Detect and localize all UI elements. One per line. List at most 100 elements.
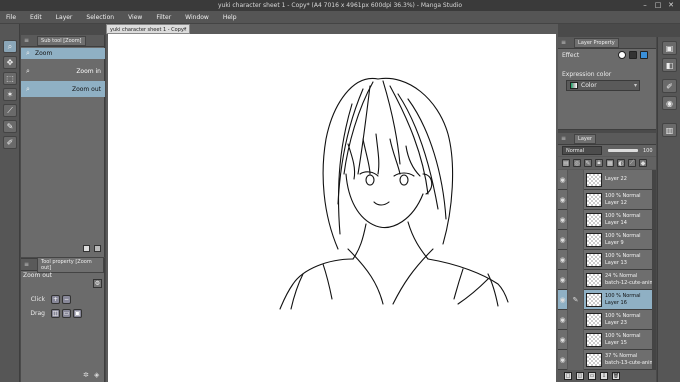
edit-target-icon[interactable] bbox=[567, 329, 584, 350]
maximize-icon[interactable]: □ bbox=[653, 1, 663, 9]
zoom-out-toggle-icon[interactable]: − bbox=[62, 294, 71, 304]
edit-target-icon[interactable]: ✎ bbox=[567, 289, 584, 310]
menu-help[interactable]: Help bbox=[223, 14, 237, 21]
layer-scrollbar[interactable] bbox=[652, 170, 656, 370]
layer-property-tab[interactable]: Layer Property bbox=[574, 37, 619, 48]
reference-icon[interactable]: ◎ bbox=[573, 159, 581, 167]
mask-icon[interactable]: ◐ bbox=[617, 159, 625, 167]
layer-row[interactable]: ◉ 100 % Normal Layer 15 bbox=[558, 329, 656, 350]
layer-row[interactable]: ◉ 24 % Normal batch-12-cute-anim bbox=[558, 269, 656, 290]
minimize-icon[interactable]: – bbox=[640, 1, 650, 9]
layer-row[interactable]: ◉ ✎ 100 % Normal Layer 16 bbox=[558, 289, 656, 310]
sub-tool-item-zoom-out[interactable]: ⌕ Zoom out bbox=[21, 81, 105, 97]
layer-name: batch-13-cute-anim bbox=[605, 359, 655, 366]
panel-menu-icon[interactable]: ≡ bbox=[561, 135, 566, 142]
navigator-icon[interactable]: ▣ bbox=[662, 41, 677, 55]
blend-mode-select[interactable]: Normal bbox=[562, 146, 602, 155]
layer-row[interactable]: ◉ 37 % Normal batch-13-cute-anim bbox=[558, 349, 656, 370]
drag-mode-icon[interactable]: ◫ bbox=[51, 308, 60, 318]
zoom-tool-icon[interactable]: ⌕ bbox=[3, 40, 17, 53]
color-effect-icon[interactable] bbox=[640, 51, 648, 59]
move-tool-icon[interactable]: ✥ bbox=[3, 56, 17, 69]
color-icon[interactable]: ◉ bbox=[662, 96, 677, 110]
material-icon[interactable]: ▥ bbox=[662, 123, 677, 137]
white-dot-icon[interactable] bbox=[618, 51, 626, 59]
selection-tool-icon[interactable]: ⬚ bbox=[3, 72, 17, 85]
pen-tool-icon[interactable]: ✎ bbox=[3, 120, 17, 133]
draft-icon[interactable]: ✎ bbox=[584, 159, 592, 167]
visibility-eye-icon[interactable]: ◉ bbox=[558, 296, 567, 304]
opacity-slider[interactable] bbox=[608, 149, 638, 152]
layer-row[interactable]: ◉ Layer 22 bbox=[558, 170, 656, 190]
edit-target-icon[interactable] bbox=[567, 249, 584, 270]
visibility-eye-icon[interactable]: ◉ bbox=[558, 216, 567, 224]
tone-icon[interactable] bbox=[629, 51, 637, 59]
edit-target-icon[interactable] bbox=[567, 209, 584, 230]
menu-view[interactable]: View bbox=[128, 14, 142, 21]
edit-target-icon[interactable] bbox=[567, 269, 584, 290]
brush-tool-icon[interactable]: ✐ bbox=[3, 136, 17, 149]
lock-transparency-icon[interactable]: ▦ bbox=[606, 159, 614, 167]
expression-color-select[interactable]: Color ▾ bbox=[566, 80, 640, 91]
visibility-eye-icon[interactable]: ◉ bbox=[558, 316, 567, 324]
menu-file[interactable]: File bbox=[6, 14, 16, 21]
sub-tool-item-zoom-in[interactable]: ⌕ Zoom in bbox=[21, 61, 105, 81]
layer-row[interactable]: ◉ 100 % Normal Layer 12 bbox=[558, 189, 656, 210]
visibility-eye-icon[interactable]: ◉ bbox=[558, 236, 567, 244]
wrench-icon[interactable]: ⚙ bbox=[93, 279, 102, 288]
visibility-eye-icon[interactable]: ◉ bbox=[558, 336, 567, 344]
panel-menu-icon[interactable]: ≡ bbox=[24, 37, 29, 44]
edit-target-icon[interactable] bbox=[567, 349, 584, 370]
panel-menu-icon[interactable]: ≡ bbox=[24, 261, 29, 268]
wand-tool-icon[interactable]: ✶ bbox=[3, 88, 17, 101]
menu-edit[interactable]: Edit bbox=[30, 14, 42, 21]
panel-option-icon[interactable]: ◈ bbox=[94, 371, 99, 379]
sub-tool-tab[interactable]: Sub tool [Zoom] bbox=[37, 35, 86, 46]
delete-layer-icon[interactable]: 🗑︎ bbox=[612, 372, 620, 380]
layer-row[interactable]: ◉ 100 % Normal Layer 14 bbox=[558, 209, 656, 230]
delete-subtool-icon[interactable] bbox=[94, 245, 101, 252]
opacity-value[interactable]: 100 bbox=[643, 148, 653, 154]
close-icon[interactable]: ✕ bbox=[666, 1, 676, 9]
visibility-eye-icon[interactable]: ◉ bbox=[558, 196, 567, 204]
sub-tool-group[interactable]: ⌕ Zoom bbox=[21, 48, 105, 59]
visibility-eye-icon[interactable]: ◉ bbox=[558, 276, 567, 284]
zoom-in-toggle-icon[interactable]: + bbox=[51, 294, 60, 304]
document-tab-label: yuki character sheet 1 - Copy* bbox=[110, 27, 187, 33]
visibility-eye-icon[interactable]: ◉ bbox=[558, 176, 567, 184]
menu-filter[interactable]: Filter bbox=[156, 14, 171, 21]
layer-row[interactable]: ◉ 100 % Normal Layer 13 bbox=[558, 249, 656, 270]
document-tab[interactable]: yuki character sheet 1 - Copy* × bbox=[106, 24, 190, 34]
visibility-eye-icon[interactable]: ◉ bbox=[558, 356, 567, 364]
settings-icon[interactable]: ✲ bbox=[83, 371, 89, 379]
ruler-tool-icon[interactable]: ⟋ bbox=[3, 104, 17, 117]
edit-target-icon[interactable] bbox=[567, 189, 584, 210]
new-raster-layer-icon[interactable]: □ bbox=[564, 372, 572, 380]
new-subtool-icon[interactable] bbox=[83, 245, 90, 252]
menu-window[interactable]: Window bbox=[185, 14, 209, 21]
layer-property-icon[interactable]: ◧ bbox=[662, 58, 677, 72]
panel-menu-icon[interactable]: ≡ bbox=[561, 39, 566, 46]
edit-target-icon[interactable] bbox=[567, 170, 584, 190]
ruler-show-icon[interactable]: ⟋ bbox=[628, 159, 636, 167]
edit-target-icon[interactable] bbox=[567, 309, 584, 330]
new-vector-layer-icon[interactable]: ◫ bbox=[576, 372, 584, 380]
layer-tab[interactable]: Layer bbox=[574, 133, 596, 144]
lock-icon[interactable]: 🔒︎ bbox=[595, 159, 603, 167]
merge-down-icon[interactable]: ⇩ bbox=[600, 372, 608, 380]
drawing-canvas[interactable] bbox=[108, 34, 556, 382]
drag-scroll-icon[interactable]: ▭ bbox=[62, 308, 71, 318]
drag-rect-icon[interactable]: ▣ bbox=[73, 308, 82, 318]
layer-row[interactable]: ◉ 100 % Normal Layer 9 bbox=[558, 229, 656, 250]
layer-thumbnail bbox=[586, 172, 602, 187]
brush-size-icon[interactable]: ✐ bbox=[662, 79, 677, 93]
tool-property-tab[interactable]: Tool property [Zoom out] bbox=[37, 256, 104, 273]
clip-icon[interactable]: ▤ bbox=[562, 159, 570, 167]
layer-color-icon[interactable]: ◆ bbox=[639, 159, 647, 167]
menu-layer[interactable]: Layer bbox=[56, 14, 73, 21]
layer-row[interactable]: ◉ 100 % Normal Layer 23 bbox=[558, 309, 656, 330]
menu-selection[interactable]: Selection bbox=[86, 14, 114, 21]
visibility-eye-icon[interactable]: ◉ bbox=[558, 256, 567, 264]
edit-target-icon[interactable] bbox=[567, 229, 584, 250]
new-folder-icon[interactable]: ▭ bbox=[588, 372, 596, 380]
